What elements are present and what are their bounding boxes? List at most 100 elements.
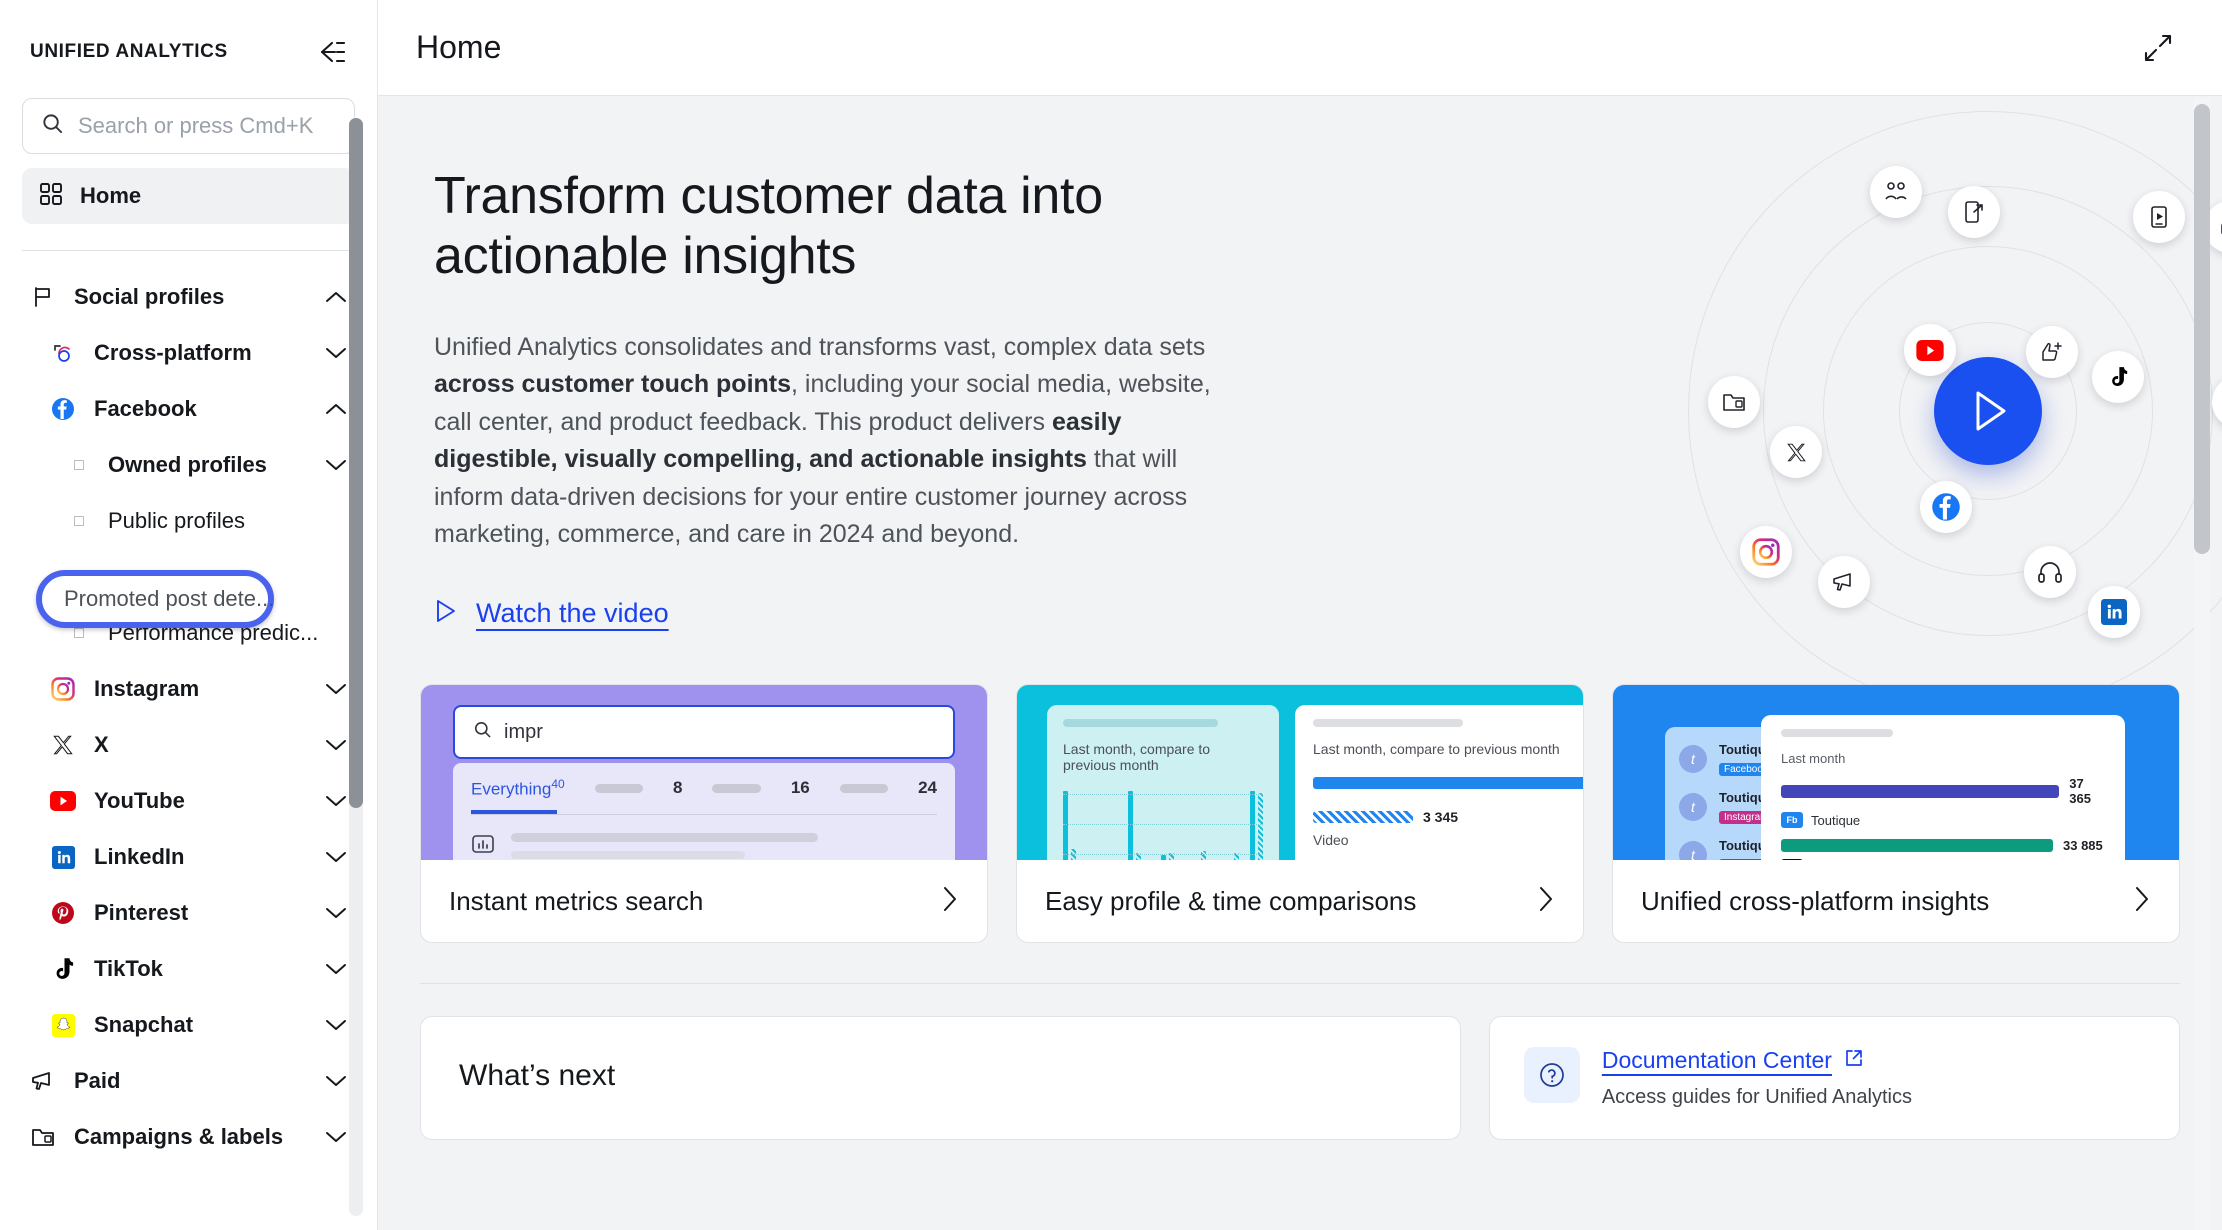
- sidebar-scrollbar-thumb[interactable]: [349, 118, 363, 808]
- card-3-legend-2-label: Toutique: [1811, 860, 1860, 861]
- documentation-center-link[interactable]: Documentation Center: [1602, 1047, 1864, 1074]
- facebook-icon: [46, 397, 80, 421]
- main-scrollbar-thumb[interactable]: [2194, 104, 2210, 554]
- chevron-down-icon[interactable]: [325, 850, 347, 864]
- sidebar-item-owned-profiles[interactable]: Owned profiles: [0, 437, 377, 493]
- megaphone-icon: [26, 1070, 60, 1092]
- sidebar-item-paid[interactable]: Paid: [0, 1053, 377, 1109]
- documentation-center-card[interactable]: Documentation Center Access guides for U…: [1488, 1016, 2180, 1140]
- bar: [1781, 784, 2060, 798]
- search-input[interactable]: [78, 113, 336, 139]
- card-1-tab-separator: [471, 813, 937, 815]
- linkedin-icon: [46, 845, 80, 869]
- sidebar-item-youtube[interactable]: YouTube: [0, 773, 377, 829]
- bar: [1201, 851, 1207, 860]
- card-3-chart-panel: Last month 37 365 Fb Toutique 33 885: [1761, 715, 2125, 860]
- sidebar-item-tiktok[interactable]: TikTok: [0, 941, 377, 997]
- watch-video-link[interactable]: Watch the video: [434, 598, 669, 629]
- sidebar-item-campaigns-labels[interactable]: Campaigns & labels: [0, 1109, 377, 1165]
- chevron-down-icon[interactable]: [325, 906, 347, 920]
- card-2-title: Easy profile & time comparisons: [1045, 885, 1417, 916]
- bar: [1781, 839, 2053, 852]
- x-twitter-icon: [46, 734, 80, 756]
- chevron-up-icon[interactable]: [325, 290, 347, 304]
- facebook-icon: [1920, 481, 1972, 533]
- card-3-legend-1-label: Toutique: [1811, 812, 1861, 828]
- card-2-left-caption: Last month, compare to previous month: [1063, 741, 1211, 773]
- card-easy-profile-time-comparisons[interactable]: Last month, compare to previous month La…: [1016, 684, 1584, 943]
- gridline-2: [1063, 824, 1263, 825]
- chevron-right-icon[interactable]: [2133, 885, 2151, 918]
- bar: [1063, 791, 1069, 860]
- card-1-tabs: Everything40 8 16 24: [471, 777, 937, 800]
- chevron-down-icon[interactable]: [325, 962, 347, 976]
- card-3-legend-2: TT Toutique: [1781, 859, 2105, 860]
- documentation-text-col: Documentation Center Access guides for U…: [1602, 1047, 1912, 1109]
- chevron-down-icon[interactable]: [325, 794, 347, 808]
- gridline-3: [1063, 854, 1263, 855]
- square-bullet-icon: [74, 516, 84, 526]
- video-mobile-icon: [2133, 191, 2185, 243]
- card-3-title-placeholder: [1781, 729, 1893, 737]
- sidebar-item-instagram[interactable]: Instagram: [0, 661, 377, 717]
- sidebar-item-linkedin[interactable]: LinkedIn: [0, 829, 377, 885]
- metric-chart-icon: [471, 833, 495, 860]
- sidebar-item-pinterest[interactable]: Pinterest: [0, 885, 377, 941]
- chevron-down-icon[interactable]: [325, 682, 347, 696]
- hero-section: Transform customer data into actionable …: [378, 96, 2222, 711]
- card-1-result-row: [471, 833, 937, 860]
- whats-next-title: What’s next: [459, 1059, 616, 1092]
- card-2-label-video: Video: [1313, 832, 1349, 848]
- card-2-right-caption: Last month, compare to previous month: [1313, 741, 1560, 757]
- card-1-title: Instant metrics search: [449, 885, 704, 916]
- sidebar-item-cross-platform-label: Cross-platform: [94, 340, 252, 365]
- card-2-footer: Easy profile & time comparisons: [1017, 860, 1583, 942]
- megaphone-icon: [1818, 556, 1870, 608]
- scroll-content: Transform customer data into actionable …: [378, 96, 2222, 1230]
- collapse-panel-icon[interactable]: [313, 35, 347, 69]
- search-box[interactable]: [22, 98, 355, 154]
- sidebar-item-promoted-post-details-highlighted[interactable]: Promoted post dete...: [36, 570, 274, 628]
- sidebar-item-x[interactable]: X: [0, 717, 377, 773]
- chevron-up-icon[interactable]: [325, 402, 347, 416]
- hero-play-button[interactable]: [1934, 357, 2042, 465]
- cross-platform-icon: [46, 342, 80, 364]
- chevron-down-icon[interactable]: [325, 738, 347, 752]
- share-mobile-icon: [1948, 186, 2000, 238]
- chevron-down-icon[interactable]: [325, 458, 347, 472]
- whats-next-card: What’s next: [420, 1016, 1461, 1140]
- instagram-icon: [46, 677, 80, 701]
- people-icon: [1870, 166, 1922, 218]
- folder-tag-icon: [26, 1126, 60, 1148]
- chevron-down-icon[interactable]: [325, 1074, 347, 1088]
- card-instant-metrics-search[interactable]: impr Everything40 8 16 24 Instant metric…: [420, 684, 988, 943]
- square-bullet-icon: [74, 628, 84, 638]
- sidebar-item-facebook[interactable]: Facebook: [0, 381, 377, 437]
- card-2-left-title-placeholder: [1063, 719, 1218, 727]
- sidebar-item-snapchat[interactable]: Snapchat: [0, 997, 377, 1053]
- chevron-down-icon[interactable]: [325, 346, 347, 360]
- card-1-line-primary: [511, 833, 818, 843]
- card-unified-cross-platform-insights[interactable]: t Toutique Facebook t Toutique Instagram…: [1612, 684, 2180, 943]
- expand-diagonal-icon[interactable]: [2138, 28, 2178, 68]
- sidebar-item-social-profiles[interactable]: Social profiles: [0, 269, 377, 325]
- sidebar: UNIFIED ANALYTICS Search or press Cmd+K …: [0, 0, 378, 1230]
- card-3-value-1: 37 365: [2069, 776, 2091, 806]
- card-2-row-1: 10 123: [1313, 767, 1583, 799]
- sidebar-item-tiktok-label: TikTok: [94, 956, 163, 981]
- sidebar-item-linkedin-label: LinkedIn: [94, 844, 185, 869]
- card-1-results-panel: Everything40 8 16 24: [453, 763, 955, 860]
- card-1-tab-placeholder-3: [839, 783, 889, 793]
- sidebar-item-home[interactable]: Home: [22, 168, 355, 224]
- watch-video-label: Watch the video: [476, 597, 669, 628]
- chevron-down-icon[interactable]: [325, 1018, 347, 1032]
- tiktok-icon: [2092, 351, 2144, 403]
- sidebar-item-cross-platform[interactable]: Cross-platform: [0, 325, 377, 381]
- chevron-down-icon[interactable]: [325, 1130, 347, 1144]
- chevron-right-icon[interactable]: [941, 885, 959, 918]
- sidebar-item-public-profiles[interactable]: Public profiles: [0, 493, 377, 549]
- card-1-tab-everything-count: 40: [551, 777, 565, 791]
- avatar: t: [1679, 745, 1707, 773]
- card-2-right-panel: Last month, compare to previous month 10…: [1295, 705, 1583, 860]
- chevron-right-icon[interactable]: [1537, 885, 1555, 918]
